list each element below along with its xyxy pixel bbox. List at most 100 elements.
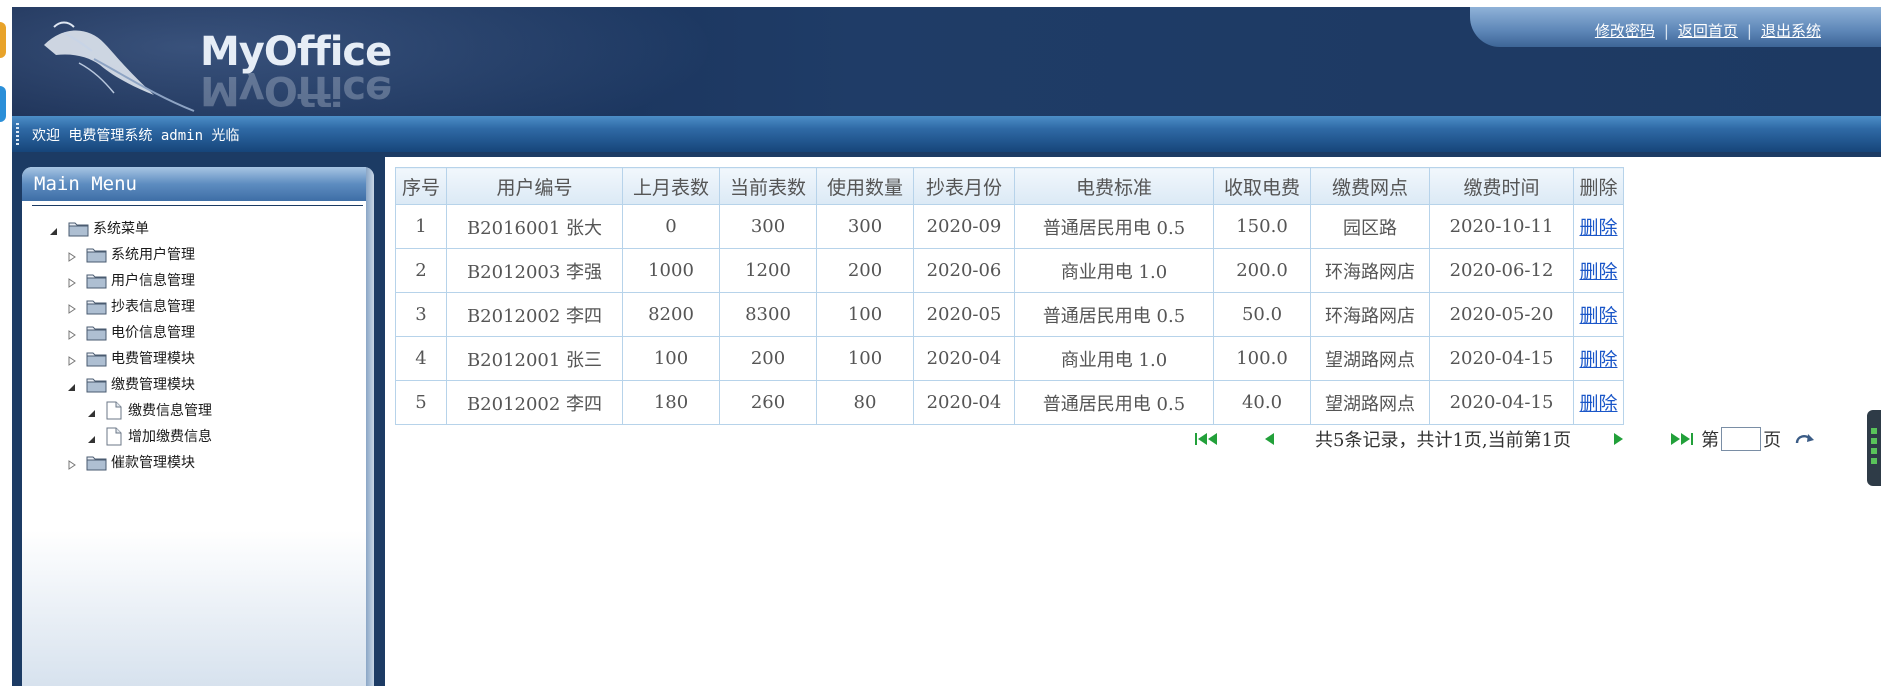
- divider: [32, 205, 363, 206]
- table-cell: 5: [395, 380, 447, 425]
- table-cell: 普通居民用电 0.5: [1014, 292, 1214, 337]
- table-cell: 300: [719, 204, 817, 249]
- pager-info: 共5条记录，共计1页,当前第1页: [1315, 430, 1572, 451]
- table-cell: 删除: [1573, 336, 1624, 381]
- table-cell: 150.0: [1213, 204, 1311, 249]
- prev-page-icon[interactable]: [1255, 429, 1283, 449]
- sidebar-scrollbar[interactable]: [366, 167, 374, 686]
- table-cell: 0: [622, 204, 720, 249]
- tree-node[interactable]: 用户信息管理: [22, 267, 362, 293]
- table-cell: 300: [816, 204, 914, 249]
- tree-node-label: 电费管理模块: [111, 351, 195, 367]
- expand-triangle-icon[interactable]: [66, 274, 78, 288]
- page-number-input[interactable]: [1721, 427, 1762, 451]
- table-cell: 1000: [622, 248, 720, 293]
- column-header: 当前表数: [719, 167, 817, 205]
- tree-node[interactable]: 抄表信息管理: [22, 293, 362, 319]
- table-cell: 2020-04-15: [1429, 380, 1574, 425]
- sidebar-title: Main Menu: [34, 173, 137, 195]
- table-body: 1 B2016001 张大 0 300 300 2020-09 普通居民用电 0.5 150.…: [395, 204, 1624, 425]
- next-page-icon[interactable]: [1605, 429, 1633, 449]
- delete-link[interactable]: 删除: [1579, 393, 1617, 415]
- delete-link[interactable]: 删除: [1579, 305, 1617, 327]
- tree-node-label: 系统菜单: [93, 221, 149, 237]
- table-cell: B2012002 李四: [446, 292, 623, 337]
- goto-suffix: 页: [1763, 430, 1782, 451]
- table-row: 3 B2012002 李四 8200 8300 100 2020-05 普通居民用电 0.5…: [395, 292, 1624, 337]
- logo-bird-icon: [44, 21, 195, 112]
- collapse-triangle-icon[interactable]: [66, 378, 78, 391]
- table-cell: B2012003 李强: [446, 248, 623, 293]
- tree-node[interactable]: 增加缴费信息: [22, 423, 362, 449]
- table-cell: 望湖路网点: [1310, 380, 1430, 425]
- document-icon: [106, 427, 122, 446]
- first-page-icon[interactable]: [1193, 429, 1221, 449]
- tree-node[interactable]: 电费管理模块: [22, 345, 362, 371]
- refresh-go-icon[interactable]: [1791, 429, 1819, 449]
- table-cell: 删除: [1573, 292, 1624, 337]
- folder-icon: [68, 220, 89, 237]
- column-header: 收取电费: [1213, 167, 1311, 205]
- collapse-triangle-icon[interactable]: [48, 222, 60, 235]
- welcome-text: 欢迎 电费管理系统 admin 光临: [32, 128, 240, 144]
- table-cell: 4: [395, 336, 447, 381]
- delete-link[interactable]: 删除: [1579, 217, 1617, 239]
- table-cell: 200: [816, 248, 914, 293]
- table-cell: 260: [719, 380, 817, 425]
- expand-triangle-icon[interactable]: [66, 456, 78, 470]
- tree-node[interactable]: 系统菜单: [22, 215, 362, 241]
- tree-node[interactable]: 缴费信息管理: [22, 397, 362, 423]
- table-cell: 2020-05-20: [1429, 292, 1574, 337]
- table-cell: 180: [622, 380, 720, 425]
- column-header: 缴费时间: [1429, 167, 1574, 205]
- pager: 共5条记录，共计1页,当前第1页 第 页: [1193, 425, 1819, 453]
- table-cell: 2: [395, 248, 447, 293]
- table-cell: 8200: [622, 292, 720, 337]
- table-cell: 商业用电 1.0: [1014, 336, 1214, 381]
- table-cell: 2020-06: [913, 248, 1015, 293]
- folder-icon: [86, 454, 107, 471]
- expand-triangle-icon[interactable]: [66, 326, 78, 340]
- delete-link[interactable]: 删除: [1579, 349, 1617, 371]
- folder-icon: [86, 350, 107, 367]
- top-links: 修改密码 | 返回首页 | 退出系统: [1595, 20, 1821, 41]
- folder-icon: [86, 272, 107, 289]
- table-cell: 园区路: [1310, 204, 1430, 249]
- expand-triangle-icon[interactable]: [66, 300, 78, 314]
- change-password-link[interactable]: 修改密码: [1595, 22, 1655, 40]
- table-cell: 普通居民用电 0.5: [1014, 204, 1214, 249]
- goto-prefix: 第: [1701, 430, 1720, 451]
- tree-node-label: 电价信息管理: [111, 325, 195, 341]
- table-cell: 3: [395, 292, 447, 337]
- logout-link[interactable]: 退出系统: [1761, 22, 1821, 40]
- expand-triangle-icon[interactable]: [66, 248, 78, 262]
- folder-icon: [86, 298, 107, 315]
- tree-node[interactable]: 电价信息管理: [22, 319, 362, 345]
- table-cell: 删除: [1573, 204, 1624, 249]
- column-header: 删除: [1573, 167, 1624, 205]
- leaf-marker-icon[interactable]: [86, 404, 98, 417]
- welcome-bar: 欢迎 电费管理系统 admin 光临: [12, 116, 1881, 152]
- tree-node-label: 用户信息管理: [111, 273, 195, 289]
- last-page-icon[interactable]: [1667, 429, 1695, 449]
- delete-link[interactable]: 删除: [1579, 261, 1617, 283]
- table-row: 1 B2016001 张大 0 300 300 2020-09 普通居民用电 0.5 150.…: [395, 204, 1624, 249]
- tree-node[interactable]: 系统用户管理: [22, 241, 362, 267]
- home-link[interactable]: 返回首页: [1678, 22, 1738, 40]
- column-header: 缴费网点: [1310, 167, 1430, 205]
- table-cell: 望湖路网点: [1310, 336, 1430, 381]
- edge-app-icon: [0, 86, 6, 122]
- tree-node[interactable]: 缴费管理模块: [22, 371, 362, 397]
- column-header: 电费标准: [1014, 167, 1214, 205]
- table-cell: 环海路网店: [1310, 292, 1430, 337]
- folder-icon: [86, 324, 107, 341]
- table-cell: B2012001 张三: [446, 336, 623, 381]
- table-header-row: 序号 用户编号 上月表数 当前表数 使用数量 抄表月份 电费标准 收取电费 缴费网点 缴费时间 删除: [395, 167, 1624, 205]
- tree-node[interactable]: 催款管理模块: [22, 449, 362, 475]
- table-cell: 2020-04: [913, 336, 1015, 381]
- tree-node-label: 缴费管理模块: [111, 377, 195, 393]
- sidebar: Main Menu 系统菜单系统用户管理 用户信息管理抄表信息管理电价信息管理 电费…: [22, 167, 374, 686]
- expand-triangle-icon[interactable]: [66, 352, 78, 366]
- tree-node-label: 系统用户管理: [111, 247, 195, 263]
- leaf-marker-icon[interactable]: [86, 430, 98, 443]
